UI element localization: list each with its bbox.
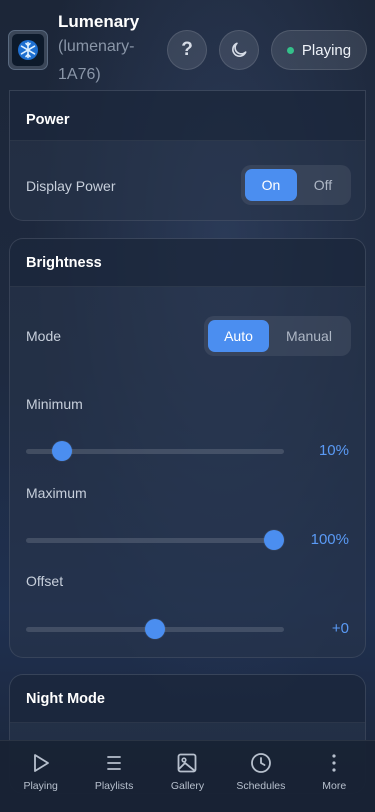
theme-toggle-button[interactable] — [219, 30, 259, 70]
power-card-header: Power — [10, 91, 365, 141]
brightness-card: Brightness Mode Auto Manual Minimum 10% … — [9, 238, 366, 658]
brightness-card-header: Brightness — [10, 239, 365, 287]
question-icon: ? — [181, 39, 193, 60]
nav-label-playlists: Playlists — [94, 780, 134, 792]
status-text: Playing — [301, 41, 352, 59]
offset-slider[interactable] — [26, 617, 284, 641]
snowflake-icon — [18, 40, 38, 60]
image-icon — [178, 753, 197, 773]
nav-item-more[interactable]: More — [300, 749, 368, 792]
play-icon — [33, 754, 49, 772]
offset-label: Offset — [26, 573, 64, 589]
offset-slider-thumb[interactable] — [145, 619, 165, 639]
power-off-option[interactable]: Off — [299, 169, 347, 201]
night-mode-card-header: Night Mode — [10, 675, 365, 723]
nav-label-schedules: Schedules — [236, 780, 286, 792]
nav-label-playing: Playing — [23, 780, 58, 792]
nav-item-schedules[interactable]: Schedules — [227, 749, 295, 792]
mode-auto-option[interactable]: Auto — [208, 320, 269, 352]
mode-manual-option[interactable]: Manual — [271, 320, 347, 352]
app-title: Lumenary — [58, 12, 140, 31]
bottom-nav: Playing Playlists Gallery Schedules More — [0, 740, 375, 812]
status-dot — [286, 46, 294, 54]
mode-label: Mode — [26, 328, 62, 344]
app-logo — [8, 30, 48, 70]
app-header: Lumenary (lumenary-1A76) ? Playing — [0, 0, 375, 100]
night-mode-card-title: Night Mode — [26, 690, 105, 707]
offset-value: +0 — [331, 620, 349, 637]
minimum-slider[interactable] — [26, 439, 284, 463]
display-power-toggle: On Off — [241, 165, 351, 205]
maximum-value: 100% — [310, 531, 349, 548]
more-vertical-icon — [332, 754, 336, 772]
device-id: (lumenary-1A76) — [58, 38, 135, 83]
maximum-slider-track — [26, 538, 284, 543]
nav-label-gallery: Gallery — [170, 780, 205, 792]
minimum-slider-thumb[interactable] — [52, 441, 73, 461]
minimum-value: 10% — [318, 442, 349, 459]
help-button[interactable]: ? — [167, 30, 207, 70]
moon-icon — [232, 42, 247, 57]
power-card-title: Power — [26, 111, 70, 128]
maximum-slider-thumb[interactable] — [263, 530, 284, 550]
power-card: Power Display Power On Off — [9, 90, 366, 221]
playback-status-pill[interactable]: Playing — [271, 30, 367, 70]
maximum-label: Maximum — [26, 485, 87, 501]
list-icon — [107, 756, 121, 770]
brightness-card-title: Brightness — [26, 254, 102, 271]
minimum-label: Minimum — [26, 396, 83, 412]
display-power-label: Display Power — [26, 178, 116, 194]
clock-icon — [250, 753, 271, 773]
brightness-mode-toggle: Auto Manual — [204, 316, 351, 356]
nav-item-gallery[interactable]: Gallery — [153, 749, 221, 792]
nav-label-more: More — [322, 780, 347, 792]
power-on-option[interactable]: On — [245, 169, 297, 201]
nav-item-playing[interactable]: Playing — [7, 749, 75, 792]
maximum-slider[interactable] — [26, 528, 284, 552]
nav-item-playlists[interactable]: Playlists — [80, 749, 148, 792]
